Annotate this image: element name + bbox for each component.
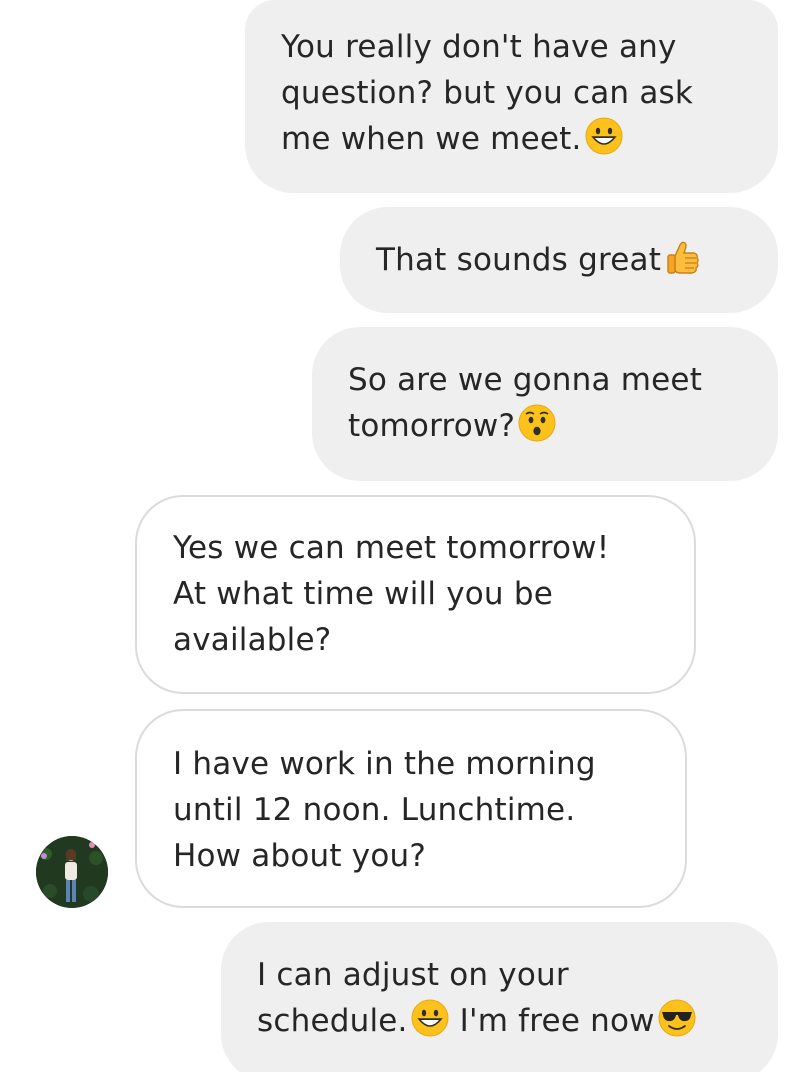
message-line: At what time will you be <box>173 576 553 612</box>
message-line: schedule. I'm free now <box>257 998 778 1044</box>
message-text: I'm free now <box>449 1003 655 1039</box>
message-bubble-received[interactable]: Yes we can meet tomorrow! At what time w… <box>135 495 696 694</box>
thumbs-up-icon <box>663 237 703 277</box>
message-line: Yes we can meet tomorrow! <box>173 530 610 566</box>
grinning-face-icon <box>410 998 450 1038</box>
chat-thread: You really don't have any question? but … <box>0 0 810 1072</box>
message-text: schedule. <box>257 1003 408 1039</box>
grinning-face-icon <box>584 116 624 156</box>
message-line: tomorrow? <box>348 403 778 449</box>
message-line: I can adjust on your <box>257 957 569 993</box>
message-bubble-received[interactable]: I have work in the morning until 12 noon… <box>135 709 687 908</box>
message-text: tomorrow? <box>348 408 516 444</box>
message-line: me when we meet. <box>281 116 778 162</box>
hushed-face-icon <box>517 403 557 443</box>
message-line: question? but you can ask <box>281 75 694 111</box>
message-line: until 12 noon. Lunchtime. <box>173 792 576 828</box>
sunglasses-face-icon <box>657 998 697 1038</box>
message-line: That sounds great <box>376 237 778 283</box>
message-line: available? <box>173 622 332 658</box>
message-bubble-sent[interactable]: So are we gonna meet tomorrow? <box>312 327 778 481</box>
contact-avatar[interactable] <box>36 836 108 908</box>
message-text: me when we meet. <box>281 121 582 157</box>
message-line: You really don't have any <box>281 29 677 65</box>
message-bubble-sent[interactable]: I can adjust on your schedule. I'm free … <box>221 922 778 1072</box>
message-bubble-sent[interactable]: That sounds great <box>340 207 778 313</box>
message-text: That sounds great <box>376 242 662 278</box>
message-bubble-sent[interactable]: You really don't have any question? but … <box>245 0 778 193</box>
message-line: So are we gonna meet <box>348 362 703 398</box>
message-line: I have work in the morning <box>173 746 596 782</box>
message-line: How about you? <box>173 838 426 874</box>
